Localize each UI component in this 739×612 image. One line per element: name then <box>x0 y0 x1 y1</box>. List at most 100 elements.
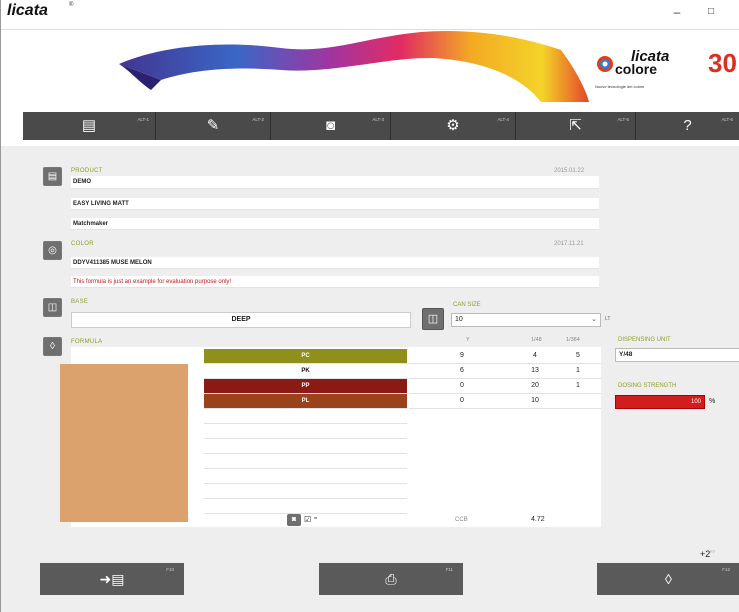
dispensing-unit-value: Y/48 <box>619 351 633 358</box>
toolbar-key-label: ALT-4 <box>497 117 509 122</box>
dispense-key: F12 <box>722 567 730 572</box>
colorant-y384-value: 1 <box>555 364 601 379</box>
column-y48: 4 13 20 10 <box>515 349 555 409</box>
dispense-button[interactable]: ◊ F12 <box>597 563 739 595</box>
color-label: COLOR <box>71 241 94 247</box>
licata-colore-logo: licata colore <box>611 49 669 76</box>
dosing-strength-field[interactable]: 100 <box>615 395 705 409</box>
checkbox-icon[interactable]: ☑ <box>304 515 311 524</box>
logo-tagline: Nuove tecnologie del colore <box>595 84 645 89</box>
toolbar-button-3[interactable]: ◙ ALT-3 <box>271 112 391 140</box>
product-code: DEMO <box>71 176 599 189</box>
can-size-select[interactable]: 10 ⌄ <box>451 313 601 327</box>
dosing-strength-label: DOSING STRENGTH <box>618 383 677 389</box>
colorant-y384-value: 5 <box>555 349 601 364</box>
lock-icon: ≈ <box>314 516 318 522</box>
toolbar-key-label: ALT-5 <box>617 117 629 122</box>
colorant-row[interactable]: PC <box>204 349 407 364</box>
add-to-book-icon: ➜▤ <box>99 571 125 587</box>
can-size-label: CAN SIZE <box>453 302 481 308</box>
formula-footer: ◙ ☑ ≈ CCB 4.72 <box>71 512 601 530</box>
colorant-y384-value: 1 <box>555 379 601 394</box>
main-toolbar: ▤ ALT-1 ✎ ALT-2 ◙ ALT-3 ⚙ ALT-4 ⇱ ALT-5 ? ALT-6 <box>1 102 739 146</box>
column-y384: 511 <box>555 349 601 409</box>
colorant-row[interactable]: PL <box>204 394 407 409</box>
product-name: EASY LIVING MATT <box>71 198 599 210</box>
base-field[interactable]: DEEP <box>71 312 411 328</box>
formula-drop-icon[interactable]: ◊ <box>43 337 62 356</box>
plus-counter-value: +2 <box>700 549 711 559</box>
formula-label: FORMULA <box>71 339 103 345</box>
gear-icon: ⚙ <box>446 117 460 134</box>
print-button[interactable]: ⎙ F11 <box>319 563 463 595</box>
toolbar-key-label: ALT-6 <box>721 117 733 122</box>
empty-colorant-row <box>204 484 407 499</box>
column-y: 9600 <box>409 349 515 409</box>
can-size-unit: LT <box>605 316 611 322</box>
toolbar-key-label: ALT-1 <box>137 117 149 122</box>
can-size-icon[interactable]: ◫ <box>422 308 444 330</box>
colorant-y48-value: 4 <box>515 349 555 364</box>
colorant-y-value: 6 <box>409 364 515 379</box>
col-head-y384: 1/384 <box>566 337 580 343</box>
can-size-value: 10 <box>455 316 463 323</box>
minimize-button[interactable]: – <box>665 3 689 21</box>
color-preview-swatch <box>60 364 188 522</box>
product-book-icon[interactable]: ▤ <box>43 167 62 186</box>
colorant-y48-value: 10 <box>515 394 555 409</box>
colorant-row[interactable]: PP <box>204 379 407 394</box>
toolbar-button-4[interactable]: ⚙ ALT-4 <box>391 112 516 140</box>
brand-banner: licata colore Nuove tecnologie del color… <box>1 30 739 102</box>
add-to-book-button[interactable]: ➜▤ F10 <box>40 563 184 595</box>
export-icon: ⇱ <box>569 117 582 134</box>
empty-colorant-row <box>204 409 407 424</box>
empty-colorant-row <box>204 469 407 484</box>
col-head-y: Y <box>466 337 470 343</box>
print-key: F11 <box>445 567 453 572</box>
color-name: DDYV411385 MUSE MELON <box>71 257 599 269</box>
colorant-y48-value: 20 <box>515 379 555 394</box>
empty-colorant-row <box>204 439 407 454</box>
chevron-down-icon: ⌄ <box>591 316 597 323</box>
dosing-strength-unit: % <box>709 398 716 405</box>
monitor-icon[interactable]: ◙ <box>287 514 301 526</box>
colorant-row[interactable]: PK <box>204 364 407 379</box>
toolbar-key-label: ALT-2 <box>252 117 264 122</box>
toolbar-button-6[interactable]: ? ALT-6 <box>636 112 739 140</box>
registered-mark: ® <box>69 2 74 8</box>
colorant-y-value: 9 <box>409 349 515 364</box>
product-date: 2015.01.22 <box>554 168 585 174</box>
anniversary-badge: 30 <box>708 48 737 78</box>
total-value: 4.72 <box>531 516 545 523</box>
toolbar-button-5[interactable]: ⇱ ALT-5 <box>516 112 636 140</box>
colorant-list: PC PK PP PL <box>204 349 407 514</box>
color-date: 2017.11.21 <box>554 241 584 247</box>
color-swatch-icon[interactable]: ◎ <box>43 241 62 260</box>
colorant-y-value: 0 <box>409 394 515 409</box>
app-name: licata <box>7 2 48 19</box>
product-system: Matchmaker <box>71 218 599 230</box>
plus-counter: +2F7 <box>700 549 715 559</box>
dispensing-unit-label: DISPENSING UNIT <box>618 337 671 343</box>
empty-colorant-row <box>204 454 407 469</box>
product-label: PRODUCT <box>71 168 103 174</box>
total-unit: CCB <box>455 517 468 523</box>
toolbar-button-2[interactable]: ✎ ALT-2 <box>156 112 271 140</box>
dispensing-unit-select[interactable]: Y/48 <box>615 348 739 362</box>
base-can-icon[interactable]: ◫ <box>43 298 62 317</box>
add-to-book-key: F10 <box>166 567 174 572</box>
maximize-button[interactable]: □ <box>699 3 723 21</box>
empty-colorant-row <box>204 424 407 439</box>
toolbar-button-1[interactable]: ▤ ALT-1 <box>23 112 156 140</box>
formula-warning: This formula is just an example for eval… <box>71 276 599 288</box>
monitor-icon: ◙ <box>325 117 336 134</box>
dispense-icon: ◊ <box>665 571 672 587</box>
pencil-icon: ✎ <box>206 117 220 134</box>
print-icon: ⎙ <box>385 571 397 587</box>
book-icon: ▤ <box>81 117 97 134</box>
toolbar-key-label: ALT-3 <box>372 117 384 122</box>
colorant-y48-value: 13 <box>515 364 555 379</box>
col-head-y48: 1/48 <box>531 337 542 343</box>
base-label: BASE <box>71 299 89 305</box>
title-bar: licata ® – □ <box>1 0 739 30</box>
